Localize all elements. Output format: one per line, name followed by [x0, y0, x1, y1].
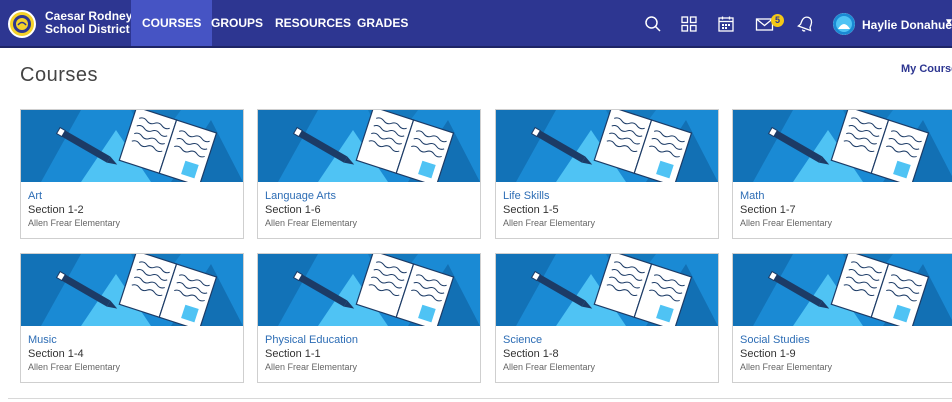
course-school: Allen Frear Elementary	[265, 218, 358, 228]
course-card[interactable]: Life Skills Section 1-5 Allen Frear Elem…	[495, 109, 719, 239]
course-section: Section 1-1	[265, 348, 321, 360]
school-name[interactable]: Caesar Rodney School District	[45, 10, 132, 36]
course-card[interactable]: Music Section 1-4 Allen Frear Elementary	[20, 253, 244, 383]
school-logo[interactable]	[8, 10, 36, 38]
course-section: Section 1-9	[740, 348, 796, 360]
course-banner	[496, 110, 718, 182]
course-banner	[496, 254, 718, 326]
course-section: Section 1-2	[28, 204, 84, 216]
course-school: Allen Frear Elementary	[28, 218, 121, 228]
course-title[interactable]: Music	[28, 334, 57, 346]
course-school: Allen Frear Elementary	[28, 362, 121, 372]
course-card[interactable]: Art Section 1-2 Allen Frear Elementary	[20, 109, 244, 239]
course-title[interactable]: Language Arts	[265, 190, 336, 202]
course-section: Section 1-4	[28, 348, 84, 360]
calendar-icon[interactable]	[717, 15, 735, 33]
search-icon[interactable]	[644, 15, 662, 33]
notebook-illustration	[21, 110, 243, 182]
notebook-illustration	[258, 110, 480, 182]
page-title: Courses	[20, 64, 98, 86]
course-card[interactable]: Science Section 1-8 Allen Frear Elementa…	[495, 253, 719, 383]
top-navigation-bar: Caesar Rodney School District COURSES GR…	[0, 0, 952, 48]
course-card[interactable]: Language Arts Section 1-6 Allen Frear El…	[257, 109, 481, 239]
nav-groups[interactable]: GROUPS	[200, 0, 274, 46]
course-section: Section 1-5	[503, 204, 559, 216]
course-card[interactable]: Physical Education Section 1-1 Allen Fre…	[257, 253, 481, 383]
avatar-icon[interactable]	[833, 13, 855, 35]
course-banner	[733, 110, 952, 182]
course-banner	[21, 254, 243, 326]
course-school: Allen Frear Elementary	[265, 362, 358, 372]
course-title[interactable]: Life Skills	[503, 190, 549, 202]
notebook-illustration	[733, 254, 952, 326]
course-title[interactable]: Math	[740, 190, 764, 202]
notebook-illustration	[496, 254, 718, 326]
course-banner	[733, 254, 952, 326]
notebook-illustration	[21, 254, 243, 326]
mail-unread-badge: 5	[771, 14, 784, 27]
course-title[interactable]: Science	[503, 334, 542, 346]
user-name[interactable]: Haylie Donahue	[862, 18, 952, 32]
course-school: Allen Frear Elementary	[740, 362, 833, 372]
course-section: Section 1-6	[265, 204, 321, 216]
notebook-illustration	[258, 254, 480, 326]
course-school: Allen Frear Elementary	[503, 362, 596, 372]
course-school: Allen Frear Elementary	[503, 218, 596, 228]
nav-grades[interactable]: GRADES	[346, 0, 419, 46]
course-card[interactable]: Math Section 1-7 Allen Frear Elementary	[732, 109, 952, 239]
course-banner	[21, 110, 243, 182]
course-card[interactable]: Social Studies Section 1-9 Allen Frear E…	[732, 253, 952, 383]
course-banner	[258, 254, 480, 326]
course-title[interactable]: Physical Education	[265, 334, 358, 346]
course-section: Section 1-7	[740, 204, 796, 216]
apps-grid-icon[interactable]	[680, 15, 698, 33]
chevron-down-icon[interactable]: ▼	[944, 17, 952, 28]
course-school: Allen Frear Elementary	[740, 218, 833, 228]
notebook-illustration	[733, 110, 952, 182]
notebook-illustration	[496, 110, 718, 182]
course-title[interactable]: Social Studies	[740, 334, 810, 346]
notification-icon[interactable]	[797, 15, 815, 33]
my-courses-link[interactable]: My Courses	[901, 63, 952, 75]
course-section: Section 1-8	[503, 348, 559, 360]
course-banner	[258, 110, 480, 182]
divider	[8, 398, 952, 399]
school-name-line-2: School District	[45, 22, 130, 36]
course-title[interactable]: Art	[28, 190, 42, 202]
